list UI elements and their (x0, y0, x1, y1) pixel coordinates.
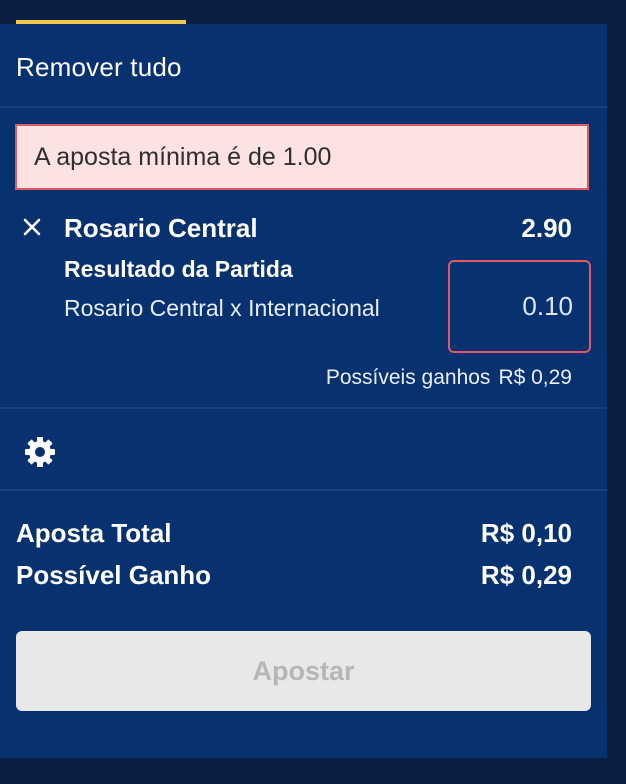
selection-market: Resultado da Partida (64, 256, 293, 282)
remove-all-button[interactable]: Remover tudo (16, 52, 182, 83)
divider (0, 407, 607, 409)
gear-icon[interactable] (22, 434, 58, 470)
alert-message: A aposta mínima é de 1.00 (34, 142, 332, 171)
stake-input[interactable] (448, 260, 591, 353)
possible-gain-value: R$ 0,29 (480, 560, 572, 590)
selection-team: Rosario Central (64, 213, 258, 243)
bet-slip-panel: Remover tudo A aposta mínima é de 1.00 R… (0, 24, 607, 758)
possible-wins: Possíveis ganhos R$ 0,29 (326, 366, 572, 390)
selection-odds: 2.90 (521, 213, 572, 243)
divider (0, 489, 607, 491)
possible-gain-label: Possível Ganho (16, 560, 212, 590)
possible-wins-label: Possíveis ganhos (325, 366, 491, 389)
place-bet-button[interactable]: Apostar (16, 631, 591, 711)
total-stake-label: Aposta Total (16, 518, 172, 548)
minimum-bet-alert: A aposta mínima é de 1.00 (15, 124, 589, 190)
total-stake-value: R$ 0,10 (480, 518, 572, 548)
divider (0, 106, 607, 108)
close-icon[interactable] (21, 216, 43, 238)
selection-match: Rosario Central x Internacional (64, 295, 380, 321)
possible-wins-value: R$ 0,29 (498, 366, 572, 389)
